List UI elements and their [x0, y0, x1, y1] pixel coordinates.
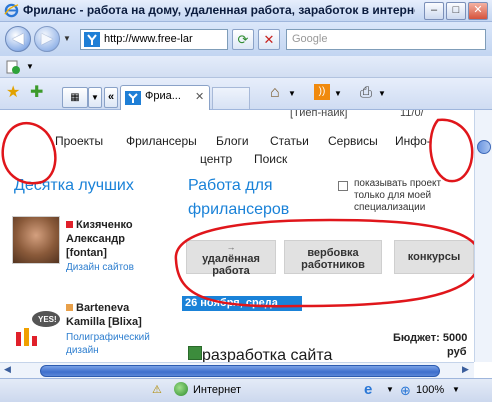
vertical-scroll-thumb[interactable]: [477, 140, 491, 154]
horizontal-scrollbar[interactable]: ◀ ▶: [0, 362, 474, 378]
history-dropdown-icon[interactable]: ▼: [63, 34, 71, 43]
back-button[interactable]: ◀: [5, 26, 31, 52]
internet-zone-icon: [174, 382, 188, 396]
rss-feed-icon[interactable]: )): [314, 84, 330, 100]
stop-icon: ✕: [263, 32, 275, 47]
tab-scroll-icon: «: [107, 91, 115, 103]
print-dropdown-icon[interactable]: ▼: [378, 84, 386, 104]
tab-scroll-button[interactable]: «: [104, 87, 118, 108]
security-zone-label: Интернет: [193, 384, 241, 396]
vertical-scrollbar[interactable]: [474, 110, 492, 362]
forward-button[interactable]: ▶: [34, 26, 60, 52]
scroll-left-icon[interactable]: ◀: [4, 364, 11, 375]
back-arrow-icon: ◀: [12, 30, 24, 47]
ie-protected-mode-icon[interactable]: e: [364, 381, 372, 398]
favorites-star-icon[interactable]: ★: [6, 83, 20, 103]
tab-close-icon[interactable]: ✕: [195, 90, 204, 103]
quick-tabs-icon: ▦: [70, 92, 80, 103]
minimize-button[interactable]: –: [424, 2, 444, 20]
address-url[interactable]: http://www.free-lar: [104, 33, 226, 45]
maximize-button[interactable]: □: [446, 2, 466, 20]
page-content: [Тиёп-наик] 11/0/ Проекты Фрилансеры Бло…: [0, 110, 474, 362]
quick-tabs-button[interactable]: ▦: [62, 87, 88, 108]
red-annotation-marks: [1, 118, 474, 308]
print-icon[interactable]: ⎙: [360, 83, 372, 103]
add-favorite-icon[interactable]: ✚: [30, 83, 43, 103]
page-dropdown-icon[interactable]: ▼: [26, 62, 34, 71]
zoom-dropdown-icon[interactable]: ▼: [452, 385, 460, 394]
navigation-bar: ◀ ▶ ▼ http://www.free-lar ⟳ ✕ Google: [0, 22, 492, 56]
close-button[interactable]: ✕: [468, 2, 488, 20]
title-bar: Фриланс - работа на дому, удаленная рабо…: [0, 0, 492, 22]
zone-dropdown-icon[interactable]: ▼: [386, 385, 394, 394]
tab-list-dropdown-icon: ▼: [91, 93, 99, 102]
status-bar: ⚠ Интернет e ▼ ⊕ 100% ▼: [0, 378, 492, 402]
home-icon[interactable]: ⌂: [270, 83, 280, 103]
tab-active[interactable]: Фриа... ✕: [120, 85, 210, 110]
window-title: Фриланс - работа на дому, удаленная рабо…: [23, 3, 415, 17]
tab-list-button[interactable]: ▼: [88, 87, 102, 108]
address-bar[interactable]: http://www.free-lar: [80, 29, 228, 50]
new-tab-button[interactable]: [212, 87, 250, 109]
feed-dropdown-icon[interactable]: ▼: [334, 84, 342, 104]
links-bar: ▼: [0, 56, 492, 78]
zoom-icon[interactable]: ⊕: [400, 383, 411, 399]
refresh-icon: ⟳: [237, 32, 249, 47]
horizontal-scroll-thumb[interactable]: [40, 365, 440, 377]
warning-icon[interactable]: ⚠: [152, 383, 162, 396]
tab-label: Фриа...: [145, 90, 181, 102]
site-favicon-icon: [84, 32, 100, 47]
tab-favicon-icon: [125, 91, 141, 105]
tab-bar: ★ ✚ ▦ ▼ « Фриа... ✕ ⌂ ▼ )) ▼ ⎙ ▼: [0, 78, 492, 110]
search-placeholder: Google: [292, 33, 328, 45]
forward-arrow-icon: ▶: [41, 30, 53, 47]
zoom-level[interactable]: 100%: [416, 384, 444, 396]
search-input[interactable]: Google: [286, 29, 486, 50]
ie-logo-icon: [4, 3, 19, 18]
page-icon[interactable]: [5, 59, 21, 75]
scroll-right-icon[interactable]: ▶: [462, 364, 469, 375]
stop-button[interactable]: ✕: [258, 29, 280, 50]
home-dropdown-icon[interactable]: ▼: [288, 84, 296, 104]
refresh-button[interactable]: ⟳: [232, 29, 254, 50]
